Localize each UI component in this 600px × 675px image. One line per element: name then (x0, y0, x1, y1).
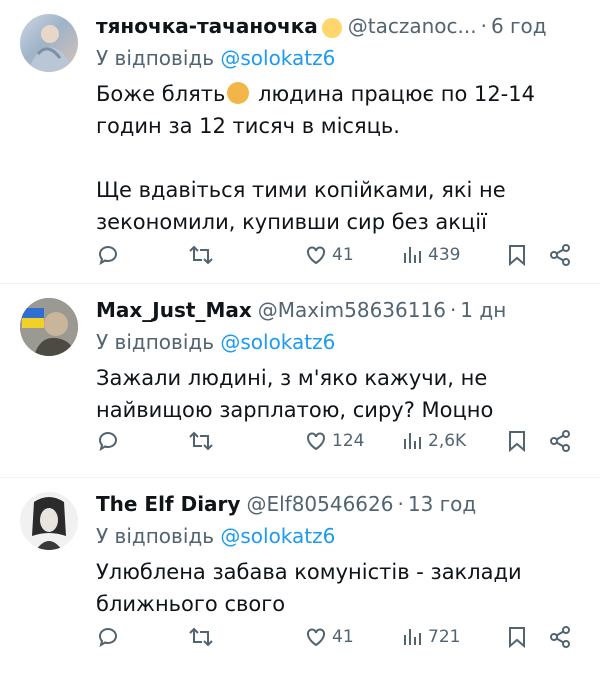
reply-icon (99, 628, 117, 648)
reply-button[interactable] (96, 429, 120, 453)
bookmark-icon (509, 627, 525, 649)
like-count: 41 (332, 627, 354, 647)
user-handle[interactable]: @Elf80546626 (246, 492, 393, 516)
retweet-button[interactable] (188, 429, 214, 453)
separator-dot: · (397, 492, 404, 516)
replying-to: У відповідь @solokatz6 (96, 326, 580, 358)
share-button[interactable] (548, 243, 572, 267)
tweet-1[interactable]: тяночка-тачаночка @taczanoc... · 6 год У… (0, 0, 600, 284)
facepalm-emoji-icon (227, 82, 250, 104)
timestamp[interactable]: 13 год (408, 492, 476, 516)
smile-emoji-icon (321, 18, 342, 38)
views-button[interactable]: 2,6K (402, 429, 466, 453)
share-icon (550, 626, 570, 648)
tweet-text: Боже блять людина працює по 12-14 годин … (96, 78, 580, 238)
share-button[interactable] (548, 429, 572, 453)
bookmark-icon (509, 431, 525, 453)
replying-label: У відповідь (96, 524, 214, 548)
tweet-3[interactable]: The Elf Diary @Elf80546626 · 13 год У ві… (0, 478, 600, 675)
like-icon (307, 432, 325, 451)
retweet-button[interactable] (188, 243, 214, 267)
tweet-text: Улюблена забава комуністів - заклади бли… (96, 560, 522, 616)
replying-label: У відповідь (96, 330, 214, 354)
views-count: 721 (428, 627, 461, 647)
views-button[interactable]: 721 (402, 625, 460, 649)
retweet-icon (189, 431, 213, 451)
share-icon (550, 430, 570, 452)
like-button[interactable]: 41 (304, 625, 354, 649)
mention-link[interactable]: @solokatz6 (220, 524, 335, 548)
views-count: 439 (428, 245, 461, 265)
reply-icon (99, 432, 117, 452)
display-name[interactable]: Max_Just_Max (96, 298, 252, 322)
replying-label: У відповідь (96, 46, 214, 70)
bookmark-button[interactable] (506, 625, 528, 649)
like-icon (307, 628, 325, 647)
bookmark-icon (509, 245, 525, 267)
retweet-button[interactable] (188, 625, 214, 649)
reply-icon (99, 246, 117, 266)
views-count: 2,6K (428, 431, 467, 451)
mention-link[interactable]: @solokatz6 (220, 46, 335, 70)
tweet-2[interactable]: Max_Just_Max @Maxim58636116 · 1 дн У від… (0, 284, 600, 478)
avatar[interactable] (20, 298, 78, 356)
avatar-image (20, 492, 78, 550)
separator-dot: · (449, 298, 457, 322)
separator-dot: · (480, 14, 487, 38)
avatar-image (20, 298, 78, 356)
tweet-text: Зажали людині, з м'яко кажучи, не найвищ… (96, 366, 494, 422)
display-name[interactable]: тяночка-тачаночка (96, 14, 318, 38)
replying-to: У відповідь @solokatz6 (96, 42, 580, 74)
views-icon (404, 629, 421, 645)
bookmark-button[interactable] (506, 429, 528, 453)
views-icon (404, 433, 421, 449)
bookmark-button[interactable] (506, 243, 528, 267)
like-count: 41 (332, 245, 354, 265)
like-button[interactable]: 124 (304, 429, 364, 453)
views-icon (404, 247, 421, 263)
views-button[interactable]: 439 (402, 243, 460, 267)
user-handle[interactable]: @taczanoc... (348, 14, 477, 38)
replying-to: У відповідь @solokatz6 (96, 520, 580, 552)
tweet-text-part1: Боже блять (96, 82, 226, 106)
like-count: 124 (332, 431, 365, 451)
retweet-icon (189, 245, 213, 265)
share-icon (550, 244, 570, 266)
avatar[interactable] (20, 14, 78, 72)
retweet-icon (189, 627, 213, 647)
avatar-image (26, 25, 72, 72)
share-button[interactable] (548, 625, 572, 649)
user-handle[interactable]: @Maxim58636116 (258, 298, 446, 322)
reply-button[interactable] (96, 243, 120, 267)
timestamp[interactable]: 6 год (491, 14, 547, 38)
reply-button[interactable] (96, 625, 120, 649)
mention-link[interactable]: @solokatz6 (220, 330, 335, 354)
avatar[interactable] (20, 492, 78, 550)
display-name[interactable]: The Elf Diary (96, 492, 240, 516)
timestamp[interactable]: 1 дн (460, 298, 506, 322)
like-button[interactable]: 41 (304, 243, 354, 267)
like-icon (307, 246, 325, 265)
